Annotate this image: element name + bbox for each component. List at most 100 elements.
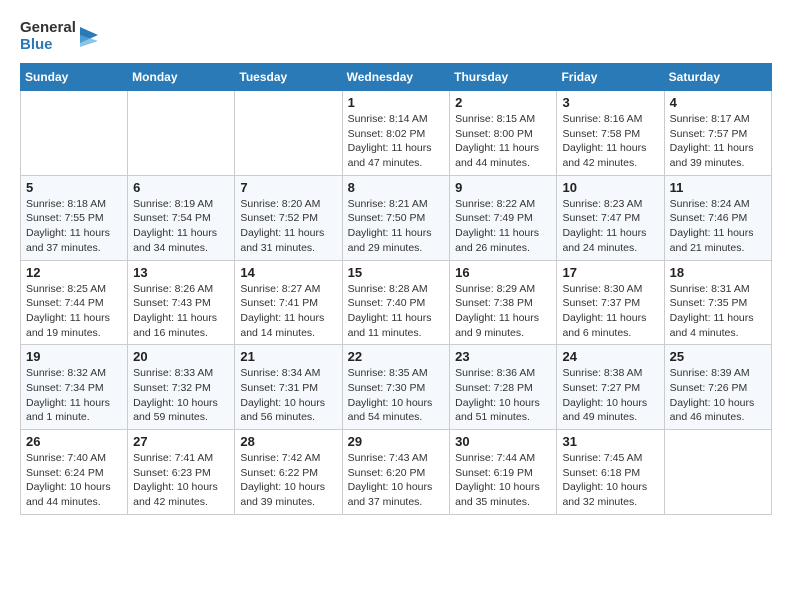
calendar-cell: 20 Sunrise: 8:33 AMSunset: 7:32 PMDayligh… — [128, 345, 235, 430]
day-number: 11 — [670, 180, 766, 195]
day-info: Sunrise: 8:23 AMSunset: 7:47 PMDaylight:… — [562, 197, 658, 256]
calendar-cell: 2Sunrise: 8:15 AMSunset: 8:00 PMDaylight… — [450, 91, 557, 176]
weekday-header: Sunday — [21, 64, 128, 91]
logo-general-text: General — [20, 20, 76, 37]
day-number: 21 — [240, 349, 336, 364]
logo: General Blue — [20, 20, 102, 53]
calendar-cell: 4 Sunrise: 8:17 AMSunset: 7:57 PMDaylight… — [664, 91, 771, 176]
calendar-cell: 7 Sunrise: 8:20 AMSunset: 7:52 PMDaylight… — [235, 175, 342, 260]
day-info: Sunrise: 8:19 AMSunset: 7:54 PMDaylight:… — [133, 197, 229, 256]
calendar-cell: 6 Sunrise: 8:19 AMSunset: 7:54 PMDaylight… — [128, 175, 235, 260]
day-number: 5 — [26, 180, 122, 195]
weekday-header: Saturday — [664, 64, 771, 91]
calendar-cell: 24Sunrise: 8:38 AMSunset: 7:27 PMDayligh… — [557, 345, 664, 430]
day-number: 15 — [348, 265, 445, 280]
day-number: 25 — [670, 349, 766, 364]
day-info: Sunrise: 8:27 AMSunset: 7:41 PMDaylight:… — [240, 282, 336, 341]
calendar-cell: 12Sunrise: 8:25 AMSunset: 7:44 PMDayligh… — [21, 260, 128, 345]
day-info: Sunrise: 8:24 AMSunset: 7:46 PMDaylight:… — [670, 197, 766, 256]
calendar-cell: 22Sunrise: 8:35 AMSunset: 7:30 PMDayligh… — [342, 345, 450, 430]
day-number: 31 — [562, 434, 658, 449]
calendar-cell: 8 Sunrise: 8:21 AMSunset: 7:50 PMDaylight… — [342, 175, 450, 260]
calendar-cell: 27 Sunrise: 7:41 AMSunset: 6:23 PMDayligh… — [128, 430, 235, 515]
calendar-week-row: 1Sunrise: 8:14 AMSunset: 8:02 PMDaylight… — [21, 91, 772, 176]
calendar-cell: 10 Sunrise: 8:23 AMSunset: 7:47 PMDayligh… — [557, 175, 664, 260]
calendar-cell: 15 Sunrise: 8:28 AMSunset: 7:40 PMDayligh… — [342, 260, 450, 345]
calendar-cell: 3Sunrise: 8:16 AMSunset: 7:58 PMDaylight… — [557, 91, 664, 176]
calendar-cell: 5 Sunrise: 8:18 AMSunset: 7:55 PMDaylight… — [21, 175, 128, 260]
day-info: Sunrise: 7:44 AMSunset: 6:19 PMDaylight:… — [455, 451, 551, 510]
calendar-table: SundayMondayTuesdayWednesdayThursdayFrid… — [20, 63, 772, 515]
day-info: Sunrise: 7:40 AMSunset: 6:24 PMDaylight:… — [26, 451, 122, 510]
calendar-cell: 14 Sunrise: 8:27 AMSunset: 7:41 PMDayligh… — [235, 260, 342, 345]
calendar-cell: 9Sunrise: 8:22 AMSunset: 7:49 PMDaylight… — [450, 175, 557, 260]
day-info: Sunrise: 8:18 AMSunset: 7:55 PMDaylight:… — [26, 197, 122, 256]
day-info: Sunrise: 8:33 AMSunset: 7:32 PMDaylight:… — [133, 366, 229, 425]
calendar-cell: 26 Sunrise: 7:40 AMSunset: 6:24 PMDayligh… — [21, 430, 128, 515]
page-header: General Blue — [20, 20, 772, 53]
day-info: Sunrise: 8:34 AMSunset: 7:31 PMDaylight:… — [240, 366, 336, 425]
calendar-cell — [235, 91, 342, 176]
day-number: 20 — [133, 349, 229, 364]
day-info: Sunrise: 8:35 AMSunset: 7:30 PMDaylight:… — [348, 366, 445, 425]
day-info: Sunrise: 7:42 AMSunset: 6:22 PMDaylight:… — [240, 451, 336, 510]
day-info: Sunrise: 8:20 AMSunset: 7:52 PMDaylight:… — [240, 197, 336, 256]
calendar-week-row: 19 Sunrise: 8:32 AMSunset: 7:34 PMDayligh… — [21, 345, 772, 430]
calendar-week-row: 5 Sunrise: 8:18 AMSunset: 7:55 PMDaylight… — [21, 175, 772, 260]
day-info: Sunrise: 8:31 AMSunset: 7:35 PMDaylight:… — [670, 282, 766, 341]
calendar-cell: 28 Sunrise: 7:42 AMSunset: 6:22 PMDayligh… — [235, 430, 342, 515]
day-info: Sunrise: 8:26 AMSunset: 7:43 PMDaylight:… — [133, 282, 229, 341]
day-info: Sunrise: 8:30 AMSunset: 7:37 PMDaylight:… — [562, 282, 658, 341]
weekday-header: Tuesday — [235, 64, 342, 91]
weekday-header: Monday — [128, 64, 235, 91]
calendar-cell — [21, 91, 128, 176]
logo-wave-icon — [80, 23, 102, 51]
calendar-week-row: 12Sunrise: 8:25 AMSunset: 7:44 PMDayligh… — [21, 260, 772, 345]
calendar-header-row: SundayMondayTuesdayWednesdayThursdayFrid… — [21, 64, 772, 91]
day-number: 18 — [670, 265, 766, 280]
calendar-week-row: 26 Sunrise: 7:40 AMSunset: 6:24 PMDayligh… — [21, 430, 772, 515]
day-info: Sunrise: 8:29 AMSunset: 7:38 PMDaylight:… — [455, 282, 551, 341]
calendar-cell: 18 Sunrise: 8:31 AMSunset: 7:35 PMDayligh… — [664, 260, 771, 345]
calendar-cell: 25 Sunrise: 8:39 AMSunset: 7:26 PMDayligh… — [664, 345, 771, 430]
calendar-cell — [664, 430, 771, 515]
day-number: 17 — [562, 265, 658, 280]
day-number: 12 — [26, 265, 122, 280]
day-number: 2 — [455, 95, 551, 110]
day-info: Sunrise: 8:21 AMSunset: 7:50 PMDaylight:… — [348, 197, 445, 256]
day-number: 28 — [240, 434, 336, 449]
calendar-cell: 21 Sunrise: 8:34 AMSunset: 7:31 PMDayligh… — [235, 345, 342, 430]
day-info: Sunrise: 8:36 AMSunset: 7:28 PMDaylight:… — [455, 366, 551, 425]
day-info: Sunrise: 8:32 AMSunset: 7:34 PMDaylight:… — [26, 366, 122, 425]
day-number: 10 — [562, 180, 658, 195]
day-number: 7 — [240, 180, 336, 195]
day-info: Sunrise: 8:28 AMSunset: 7:40 PMDaylight:… — [348, 282, 445, 341]
day-info: Sunrise: 8:16 AMSunset: 7:58 PMDaylight:… — [562, 112, 658, 171]
calendar-cell: 17 Sunrise: 8:30 AMSunset: 7:37 PMDayligh… — [557, 260, 664, 345]
weekday-header: Friday — [557, 64, 664, 91]
day-info: Sunrise: 7:41 AMSunset: 6:23 PMDaylight:… — [133, 451, 229, 510]
day-info: Sunrise: 7:45 AMSunset: 6:18 PMDaylight:… — [562, 451, 658, 510]
calendar-cell: 13 Sunrise: 8:26 AMSunset: 7:43 PMDayligh… — [128, 260, 235, 345]
day-number: 26 — [26, 434, 122, 449]
day-info: Sunrise: 8:38 AMSunset: 7:27 PMDaylight:… — [562, 366, 658, 425]
weekday-header: Thursday — [450, 64, 557, 91]
day-info: Sunrise: 8:22 AMSunset: 7:49 PMDaylight:… — [455, 197, 551, 256]
day-number: 19 — [26, 349, 122, 364]
day-number: 6 — [133, 180, 229, 195]
day-info: Sunrise: 8:17 AMSunset: 7:57 PMDaylight:… — [670, 112, 766, 171]
day-number: 4 — [670, 95, 766, 110]
day-number: 29 — [348, 434, 445, 449]
calendar-cell: 29Sunrise: 7:43 AMSunset: 6:20 PMDayligh… — [342, 430, 450, 515]
day-number: 14 — [240, 265, 336, 280]
calendar-cell: 11 Sunrise: 8:24 AMSunset: 7:46 PMDayligh… — [664, 175, 771, 260]
day-number: 27 — [133, 434, 229, 449]
day-info: Sunrise: 8:14 AMSunset: 8:02 PMDaylight:… — [348, 112, 445, 171]
day-number: 13 — [133, 265, 229, 280]
day-number: 23 — [455, 349, 551, 364]
calendar-cell: 30Sunrise: 7:44 AMSunset: 6:19 PMDayligh… — [450, 430, 557, 515]
day-number: 8 — [348, 180, 445, 195]
calendar-cell: 23 Sunrise: 8:36 AMSunset: 7:28 PMDayligh… — [450, 345, 557, 430]
day-info: Sunrise: 8:39 AMSunset: 7:26 PMDaylight:… — [670, 366, 766, 425]
calendar-cell — [128, 91, 235, 176]
